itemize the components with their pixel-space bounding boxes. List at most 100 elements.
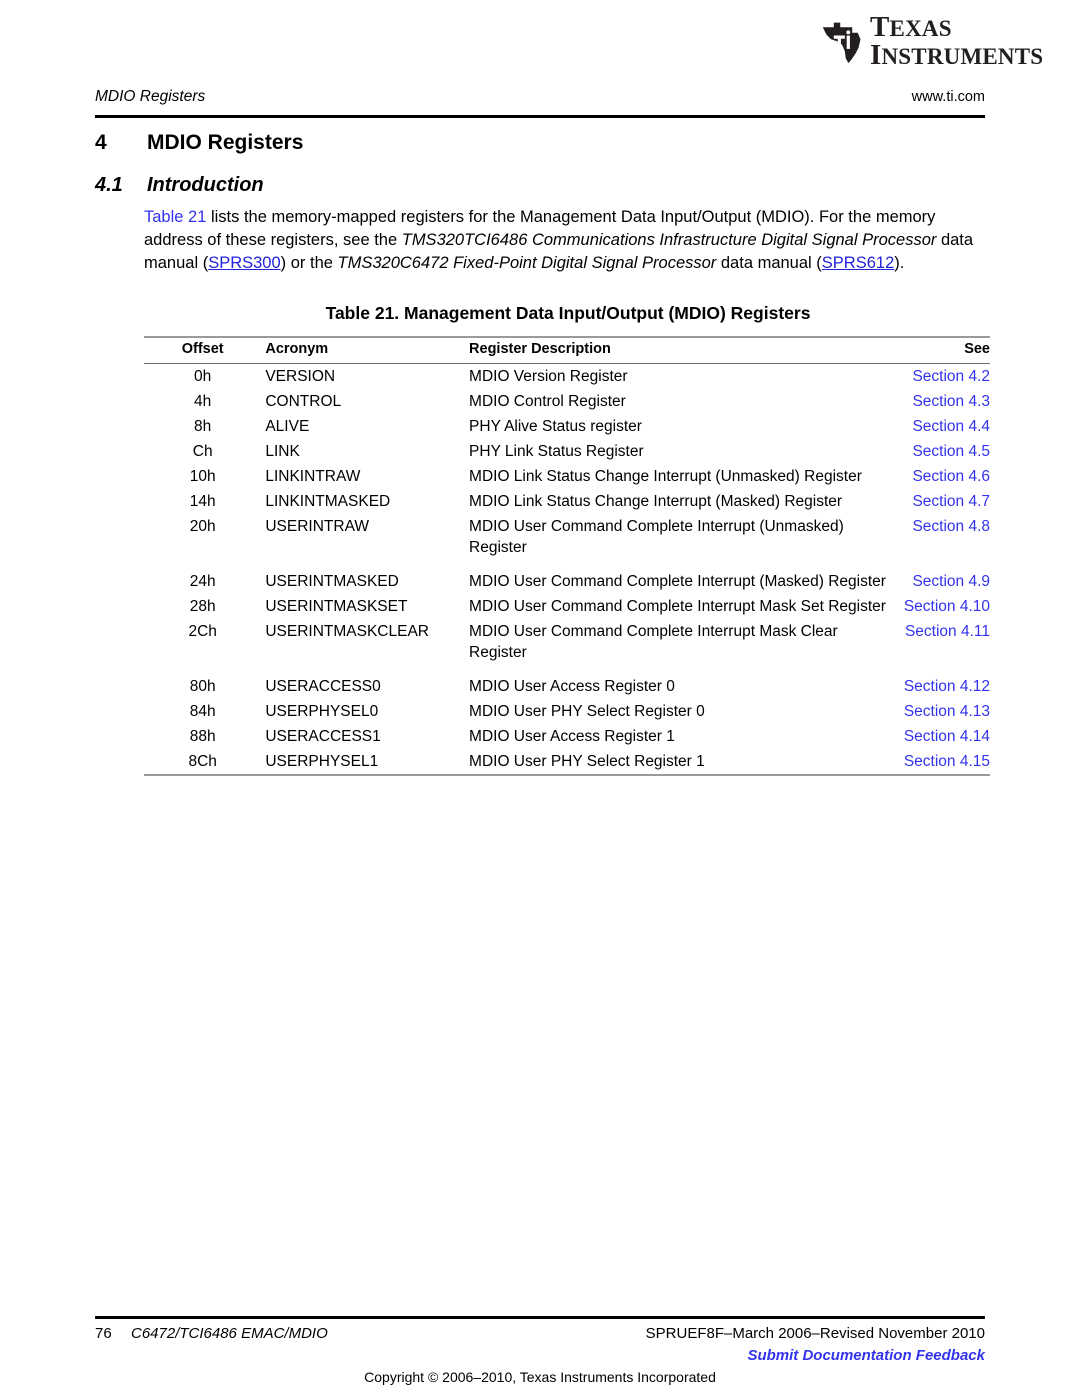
cell-description: MDIO Control Register (469, 393, 626, 410)
section-crossref-link[interactable]: Section 4.8 (912, 518, 990, 535)
cell-see: Section 4.12 (886, 674, 990, 699)
section-title: MDIO Registers (147, 131, 304, 154)
section-crossref-link[interactable]: Section 4.11 (905, 623, 990, 640)
table-row: 2Ch USERINTMASKCLEAR MDIO User Command Com… (144, 619, 990, 665)
table-row: 88h USERACCESS1 MDIO User Access Register … (144, 724, 990, 749)
table-row: 10h LINKINTRAW MDIO Link Status Change Int… (144, 464, 990, 489)
intro-text-4: data manual ( (716, 254, 822, 273)
cell-offset: Ch (192, 443, 213, 460)
intro-italic-2: TMS320C6472 Fixed-Point Digital Signal P… (337, 254, 717, 273)
cell-offset: 8h (194, 418, 212, 435)
cell-offset: 10h (189, 468, 216, 485)
cell-see: Section 4.15 (886, 749, 990, 774)
section-crossref-link[interactable]: Section 4.5 (912, 443, 990, 460)
cell-description: MDIO User Command Complete Interrupt (Ma… (469, 573, 886, 590)
cell-acronym: LINKINTRAW (265, 468, 361, 485)
cell-see: Section 4.14 (886, 724, 990, 749)
cell-description: MDIO User Access Register 0 (469, 678, 675, 695)
section-heading-4: 4 MDIO Registers (95, 131, 985, 155)
ti-texas-logo-icon (822, 22, 861, 64)
footer-divider-rule (95, 1316, 985, 1319)
intro-italic-1: TMS320TCI6486 Communications Infrastruct… (401, 231, 937, 250)
ti-logo-wordmark: TEXAS INSTRUMENTS (870, 13, 1044, 71)
section-heading-4-1: 4.1 Introduction (95, 174, 985, 197)
document-page: TEXAS INSTRUMENTS MDIO Registers www.ti.… (0, 0, 1080, 1397)
cell-see: Section 4.10 (886, 594, 990, 619)
cell-see: Section 4.11 (886, 619, 990, 665)
logo-word-instruments: INSTRUMENTS (870, 39, 1044, 71)
ti-logo: TEXAS INSTRUMENTS (820, 13, 1043, 70)
section-crossref-link[interactable]: Section 4.14 (904, 728, 990, 745)
footer-document-title: C6472/TCI6486 EMAC/MDIO (131, 1325, 328, 1342)
cell-description: MDIO User PHY Select Register 0 (469, 703, 705, 720)
header-divider-rule (95, 115, 985, 118)
cell-see: Section 4.2 (886, 364, 990, 389)
intro-text-3: ) or the (280, 254, 338, 273)
submit-documentation-feedback-link[interactable]: Submit Documentation Feedback (747, 1347, 985, 1364)
cell-see: Section 4.7 (886, 489, 990, 514)
mdio-registers-table: Offset Acronym Register Description See … (144, 336, 990, 776)
cell-see: Section 4.5 (886, 439, 990, 464)
cell-acronym: VERSION (265, 368, 336, 385)
table-21-crossref-link[interactable]: Table 21 (144, 208, 206, 226)
table-body: Offset Acronym Register Description See … (144, 336, 990, 776)
cell-description: MDIO Version Register (469, 368, 628, 385)
intro-text-5: ). (894, 254, 905, 273)
sprs612-link[interactable]: SPRS612 (822, 254, 894, 272)
cell-offset: 2Ch (188, 623, 217, 640)
cell-offset: 28h (189, 598, 216, 615)
cell-description: MDIO User Command Complete Interrupt Mas… (469, 623, 838, 661)
cell-see: Section 4.9 (886, 569, 990, 594)
cell-see: Section 4.4 (886, 414, 990, 439)
footer-copyright: Copyright © 2006–2010, Texas Instruments… (364, 1369, 716, 1385)
table-row: 24h USERINTMASKED MDIO User Command Comple… (144, 569, 990, 594)
cell-acronym: USERINTMASKED (265, 573, 399, 590)
cell-acronym: USERINTRAW (265, 518, 369, 535)
cell-see: Section 4.6 (886, 464, 990, 489)
section-crossref-link[interactable]: Section 4.7 (912, 493, 990, 510)
column-header-acronym: Acronym (265, 341, 329, 357)
section-crossref-link[interactable]: Section 4.2 (912, 368, 990, 385)
cell-acronym: LINKINTMASKED (265, 493, 391, 510)
cell-offset: 0h (194, 368, 212, 385)
cell-acronym: USERPHYSEL0 (265, 703, 379, 720)
section-crossref-link[interactable]: Section 4.12 (904, 678, 990, 695)
footer-part-revision: SPRUEF8F–March 2006–Revised November 201… (645, 1325, 985, 1342)
cell-acronym: USERPHYSEL1 (265, 753, 379, 770)
cell-see: Section 4.13 (886, 699, 990, 724)
cell-offset: 88h (189, 728, 216, 745)
cell-acronym: ALIVE (265, 418, 310, 435)
section-crossref-link[interactable]: Section 4.6 (912, 468, 990, 485)
cell-description: PHY Link Status Register (469, 443, 644, 460)
section-crossref-link[interactable]: Section 4.4 (912, 418, 990, 435)
table-row: 20h USERINTRAW MDIO User Command Complete … (144, 514, 990, 560)
section-number: 4 (95, 131, 107, 154)
cell-acronym: USERINTMASKCLEAR (265, 623, 429, 640)
cell-acronym: USERACCESS1 (265, 728, 381, 745)
table-row: 80h USERACCESS0 MDIO User Access Register … (144, 674, 990, 699)
section-crossref-link[interactable]: Section 4.3 (912, 393, 990, 410)
table-row: 8h ALIVE PHY Alive Status register Section … (144, 414, 990, 439)
cell-offset: 24h (189, 573, 216, 590)
table-row: 4h CONTROL MDIO Control Register Section 4.… (144, 389, 990, 414)
cell-acronym: CONTROL (265, 393, 342, 410)
table-row-gap (144, 665, 990, 674)
table-header-row: Offset Acronym Register Description See (144, 338, 990, 363)
section-crossref-link[interactable]: Section 4.10 (904, 598, 990, 615)
cell-offset: 80h (189, 678, 216, 695)
section-crossref-link[interactable]: Section 4.9 (912, 573, 990, 590)
sprs300-link[interactable]: SPRS300 (208, 254, 280, 272)
section-crossref-link[interactable]: Section 4.13 (904, 703, 990, 720)
table-row: 14h LINKINTMASKED MDIO Link Status Change … (144, 489, 990, 514)
cell-description: MDIO User Command Complete Interrupt Mas… (469, 598, 886, 615)
table-row: Ch LINK PHY Link Status Register Section 4.… (144, 439, 990, 464)
table-row: 8Ch USERPHYSEL1 MDIO User PHY Select Regis… (144, 749, 990, 774)
subsection-title: Introduction (147, 174, 264, 196)
table-row: 28h USERINTMASKSET MDIO User Command Compl… (144, 594, 990, 619)
cell-acronym: USERACCESS0 (265, 678, 381, 695)
header-section-title: MDIO Registers (95, 88, 206, 105)
section-crossref-link[interactable]: Section 4.15 (904, 753, 990, 770)
cell-offset: 20h (189, 518, 216, 535)
cell-description: MDIO User Command Complete Interrupt (Un… (469, 518, 844, 556)
introduction-paragraph: Table 21 lists the memory-mapped registe… (144, 206, 992, 276)
